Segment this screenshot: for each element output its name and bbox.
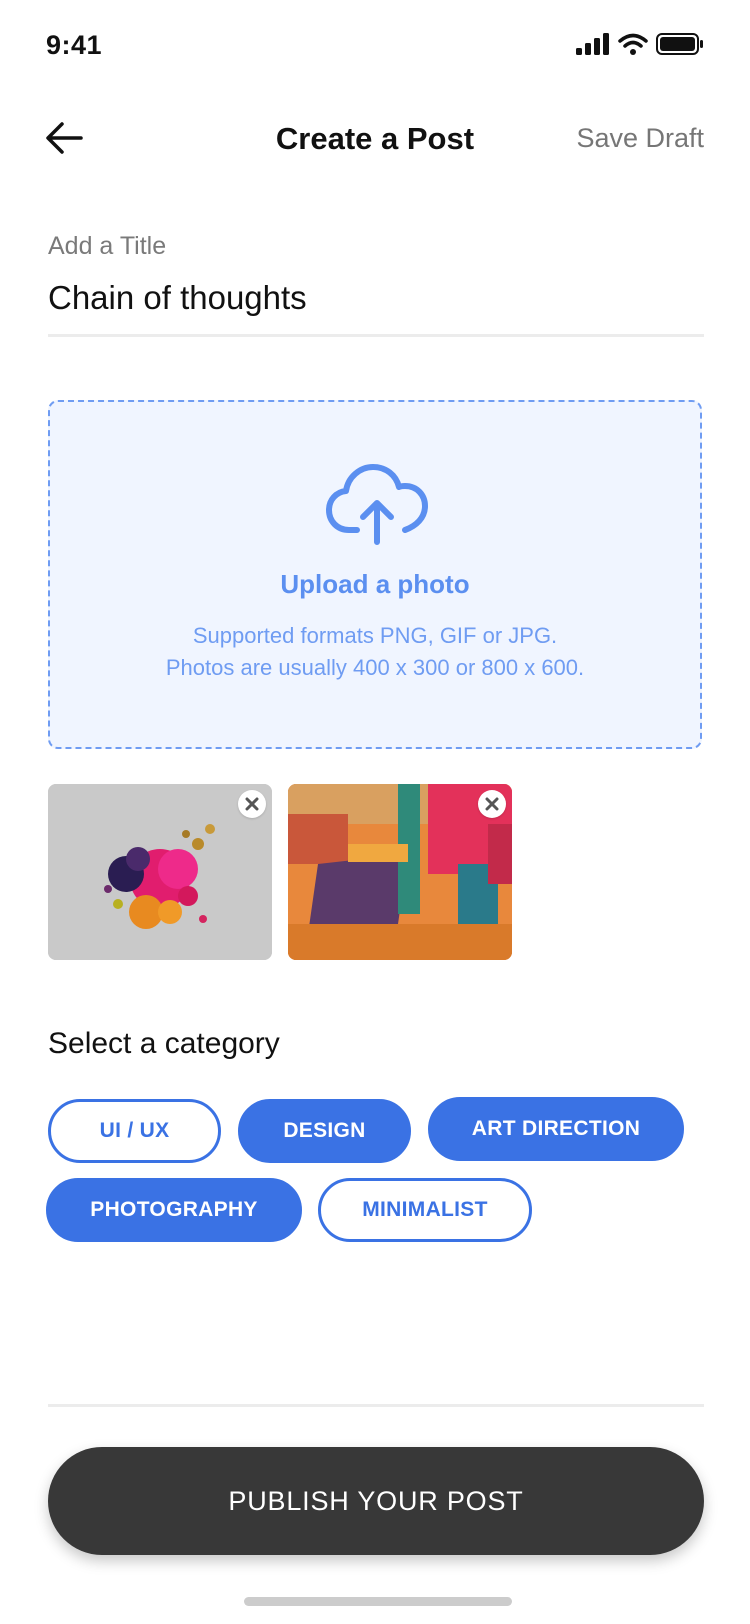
category-chip-design[interactable]: DESIGN <box>238 1099 411 1163</box>
cloud-upload-icon <box>326 464 428 545</box>
remove-photo-2-button[interactable] <box>478 790 506 818</box>
home-indicator <box>244 1597 512 1606</box>
remove-photo-1-button[interactable] <box>238 790 266 818</box>
publish-label: PUBLISH YOUR POST <box>228 1485 524 1516</box>
paint-splash-image <box>48 784 272 960</box>
category-chip-art-direction[interactable]: ART DIRECTION <box>428 1097 684 1161</box>
title-field-label: Add a Title <box>48 232 167 260</box>
chip-label: ART DIRECTION <box>471 1117 641 1140</box>
status-time: 9:41 <box>46 30 103 60</box>
close-icon <box>245 797 259 811</box>
title-underline <box>48 334 704 337</box>
category-chip-photography[interactable]: PHOTOGRAPHY <box>46 1178 302 1242</box>
chip-label: PHOTOGRAPHY <box>90 1198 258 1221</box>
thumbnail-paint-splash[interactable] <box>48 784 272 960</box>
category-chip-minimalist[interactable]: MINIMALIST <box>318 1178 532 1242</box>
publish-button[interactable]: PUBLISH YOUR POST <box>48 1447 704 1555</box>
signal-icon <box>576 33 609 55</box>
upload-desc-line1: Supported formats PNG, GIF or JPG. <box>192 623 558 648</box>
title-input[interactable] <box>48 276 704 320</box>
close-icon <box>485 797 499 811</box>
bottom-divider <box>48 1404 704 1407</box>
upload-desc-line2: Photos are usually 400 x 300 or 800 x 60… <box>165 655 585 680</box>
chip-label: UI / UX <box>99 1119 170 1142</box>
upload-description: Supported formats PNG, GIF or JPG. Photo… <box>48 620 702 684</box>
status-icons <box>576 32 704 56</box>
battery-icon <box>656 33 703 55</box>
chip-label: DESIGN <box>283 1119 366 1142</box>
upload-title: Upload a photo <box>280 569 470 599</box>
save-draft-button[interactable]: Save Draft <box>576 123 704 154</box>
thumbnail-abstract-painting[interactable] <box>288 784 512 960</box>
abstract-painting-image <box>288 784 512 960</box>
category-heading: Select a category <box>48 1027 280 1060</box>
category-chip-ui-ux[interactable]: UI / UX <box>48 1099 221 1163</box>
wifi-icon <box>618 33 648 55</box>
chip-label: MINIMALIST <box>362 1198 488 1221</box>
